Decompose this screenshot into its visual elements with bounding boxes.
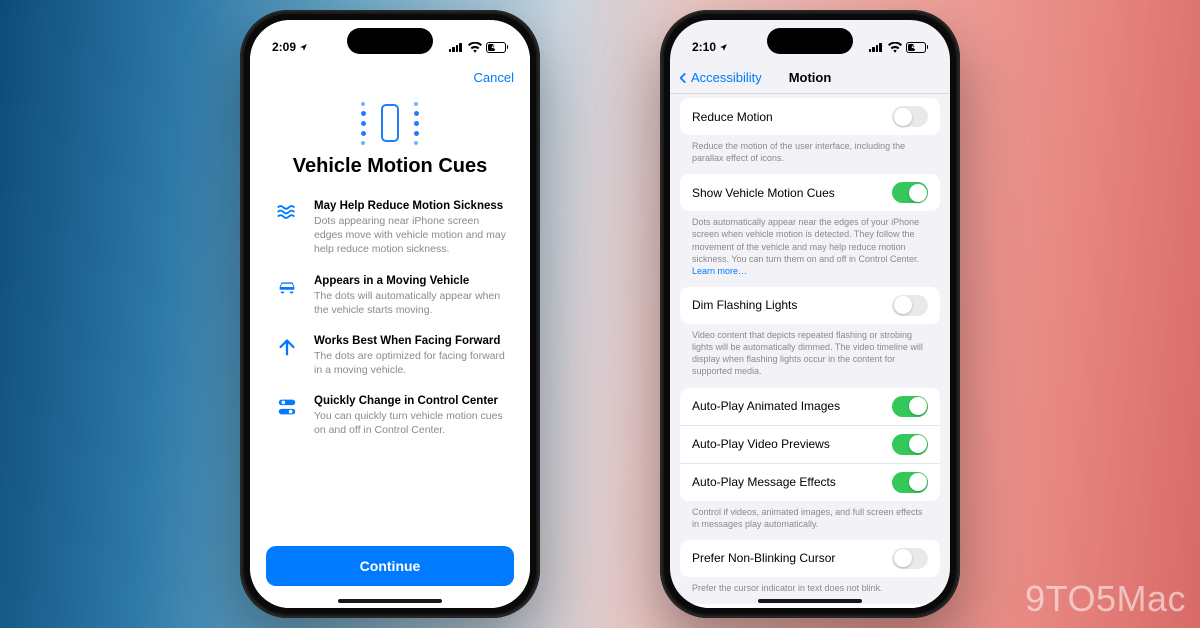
page-title: Vehicle Motion Cues <box>250 155 530 178</box>
car-icon <box>274 275 300 298</box>
learn-more-link[interactable]: Learn more… <box>692 266 747 276</box>
back-button[interactable]: Accessibility <box>676 70 762 85</box>
row-label: Reduce Motion <box>692 110 773 124</box>
cellular-icon <box>449 42 464 52</box>
row-reduce-motion[interactable]: Reduce Motion <box>680 98 940 135</box>
intro-sheet: Cancel Vehicle Motion Cues May Help Redu <box>250 20 530 608</box>
battery-icon: 40 <box>906 42 929 53</box>
nav-title: Motion <box>789 70 832 85</box>
control-center-icon <box>274 395 300 418</box>
feature-item: May Help Reduce Motion Sickness Dots app… <box>274 200 506 257</box>
phone-left-screen: 2:09 42 Cancel <box>250 20 530 608</box>
row-auto-play-message-effects[interactable]: Auto-Play Message Effects <box>680 463 940 501</box>
phone-right: 2:10 40 Accessibility Motion <box>660 10 960 618</box>
feature-title: Quickly Change in Control Center <box>314 395 506 407</box>
dynamic-island <box>767 28 853 54</box>
vehicle-motion-cues-hero-icon <box>361 101 419 145</box>
toggle-show-vmc[interactable] <box>892 182 928 203</box>
home-indicator[interactable] <box>338 599 442 603</box>
feature-title: May Help Reduce Motion Sickness <box>314 200 506 212</box>
chevron-left-icon <box>676 71 690 85</box>
row-auto-play-video-previews[interactable]: Auto-Play Video Previews <box>680 425 940 463</box>
row-auto-play-animated-images[interactable]: Auto-Play Animated Images <box>680 388 940 425</box>
row-label: Show Vehicle Motion Cues <box>692 186 835 200</box>
battery-level: 40 <box>912 44 920 51</box>
location-icon <box>719 43 728 52</box>
settings-list[interactable]: Reduce Motion Reduce the motion of the u… <box>670 94 950 608</box>
feature-list: May Help Reduce Motion Sickness Dots app… <box>250 178 530 438</box>
phone-right-screen: 2:10 40 Accessibility Motion <box>670 20 950 608</box>
row-label: Auto-Play Message Effects <box>692 475 836 489</box>
footer-show-vmc: Dots automatically appear near the edges… <box>680 211 940 287</box>
row-label: Dim Flashing Lights <box>692 298 797 312</box>
toggle-reduce-motion[interactable] <box>892 106 928 127</box>
footer-reduce-motion: Reduce the motion of the user interface,… <box>680 135 940 174</box>
home-indicator[interactable] <box>758 599 862 603</box>
feature-item: Works Best When Facing Forward The dots … <box>274 335 506 377</box>
footer-autoplay: Control if videos, animated images, and … <box>680 501 940 540</box>
feature-desc: You can quickly turn vehicle motion cues… <box>314 409 506 437</box>
back-label: Accessibility <box>691 70 762 85</box>
feature-item: Quickly Change in Control Center You can… <box>274 395 506 437</box>
toggle-auto-video[interactable] <box>892 434 928 455</box>
row-label: Auto-Play Animated Images <box>692 399 840 413</box>
row-show-vehicle-motion-cues[interactable]: Show Vehicle Motion Cues <box>680 174 940 211</box>
cancel-button[interactable]: Cancel <box>474 70 514 85</box>
cellular-icon <box>869 42 884 52</box>
row-limit-frame-rate[interactable]: Limit Frame Rate <box>680 604 940 608</box>
clock-label: 2:10 <box>692 40 716 54</box>
clock-label: 2:09 <box>272 40 296 54</box>
toggle-auto-animated[interactable] <box>892 396 928 417</box>
toggle-auto-message[interactable] <box>892 472 928 493</box>
wifi-icon <box>888 42 902 53</box>
waves-icon <box>274 200 300 223</box>
nav-bar: Accessibility Motion <box>670 62 950 94</box>
arrow-up-icon <box>274 335 300 358</box>
row-prefer-non-blinking-cursor[interactable]: Prefer Non-Blinking Cursor <box>680 540 940 577</box>
location-icon <box>299 43 308 52</box>
phone-left: 2:09 42 Cancel <box>240 10 540 618</box>
status-time: 2:09 <box>272 40 308 54</box>
toggle-prefer-cursor[interactable] <box>892 548 928 569</box>
footer-dim-flashing: Video content that depicts repeated flas… <box>680 324 940 388</box>
status-time: 2:10 <box>692 40 728 54</box>
battery-icon: 42 <box>486 42 509 53</box>
watermark: 9TO5Mac <box>1025 578 1186 620</box>
continue-button[interactable]: Continue <box>266 546 514 586</box>
row-dim-flashing-lights[interactable]: Dim Flashing Lights <box>680 287 940 324</box>
feature-desc: Dots appearing near iPhone screen edges … <box>314 214 506 257</box>
footer-text: Dots automatically appear near the edges… <box>692 217 919 263</box>
dynamic-island <box>347 28 433 54</box>
toggle-dim-flashing[interactable] <box>892 295 928 316</box>
row-label: Prefer Non-Blinking Cursor <box>692 551 835 565</box>
feature-item: Appears in a Moving Vehicle The dots wil… <box>274 275 506 317</box>
feature-title: Appears in a Moving Vehicle <box>314 275 506 287</box>
wifi-icon <box>468 42 482 53</box>
battery-level: 42 <box>492 44 500 51</box>
feature-title: Works Best When Facing Forward <box>314 335 506 347</box>
row-label: Auto-Play Video Previews <box>692 437 830 451</box>
feature-desc: The dots are optimized for facing forwar… <box>314 349 506 377</box>
feature-desc: The dots will automatically appear when … <box>314 289 506 317</box>
